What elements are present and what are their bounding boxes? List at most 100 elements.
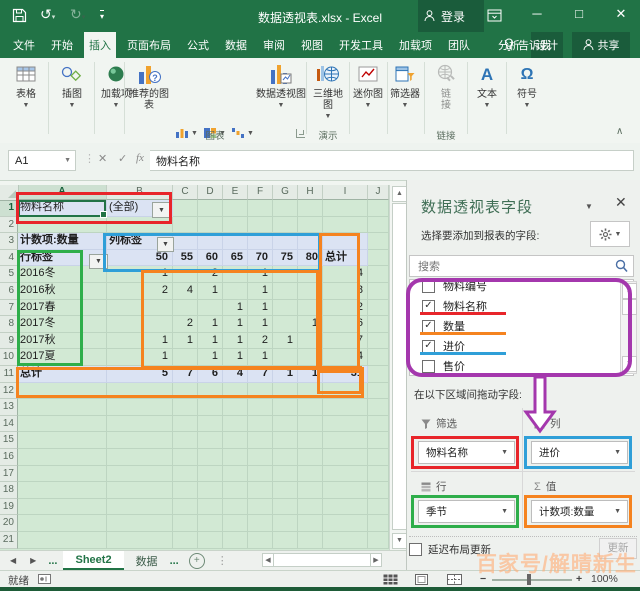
cell-A19[interactable] <box>18 498 107 516</box>
dropdown-caret-icon[interactable]: ▼ <box>501 508 508 515</box>
scroll-down-icon[interactable]: ▼ <box>392 533 407 549</box>
row-header-14[interactable]: 14 <box>0 415 18 433</box>
cell-C6[interactable]: 4 <box>173 283 198 300</box>
cell-F19[interactable] <box>248 498 273 516</box>
cell-I10[interactable]: 4 <box>323 349 368 366</box>
cell-E2[interactable] <box>223 216 248 234</box>
cell-F9[interactable]: 2 <box>248 332 273 350</box>
cell-E12[interactable] <box>223 382 248 400</box>
cell-H17[interactable] <box>298 465 323 483</box>
search-box[interactable] <box>409 255 634 277</box>
cell-F13[interactable] <box>248 399 273 416</box>
tools-button[interactable]: ▼ <box>590 221 630 247</box>
cell-A3[interactable]: 计数项:数量 <box>18 233 107 250</box>
row-header-12[interactable]: 12 <box>0 382 18 400</box>
cell-C7[interactable] <box>173 299 198 317</box>
cell-I14[interactable] <box>323 415 368 433</box>
cell-A13[interactable] <box>18 399 107 416</box>
ribbon-tab-4[interactable]: 页面布局 <box>122 32 176 58</box>
cell-I13[interactable] <box>323 399 368 416</box>
cell-H9[interactable] <box>298 332 323 350</box>
cell-F12[interactable] <box>248 382 273 400</box>
row-header-6[interactable]: 6 <box>0 283 18 300</box>
field-list-scrollbar[interactable]: ▲ ▼ <box>620 281 637 374</box>
field-item-1[interactable]: 物料编号 <box>410 280 633 296</box>
cell-A12[interactable] <box>18 382 107 400</box>
cell-J4[interactable] <box>368 249 389 267</box>
row-header-13[interactable]: 13 <box>0 399 18 416</box>
ribbon-tab-3[interactable]: 插入 <box>84 32 116 58</box>
tell-me-box[interactable]: 告诉我 <box>504 32 551 58</box>
cell-B16[interactable] <box>107 449 173 466</box>
cell-I16[interactable] <box>323 449 368 466</box>
3d-map-button[interactable]: 三维地图 ▼ <box>309 61 347 135</box>
cell-I4[interactable]: 总计 <box>323 249 368 267</box>
cell-G11[interactable]: 1 <box>273 366 298 383</box>
column-labels-dropdown-icon[interactable]: ▼ <box>157 237 174 252</box>
slicers-button[interactable]: 筛选器 ▼ <box>388 61 422 135</box>
cell-C13[interactable] <box>173 399 198 416</box>
row-header-15[interactable]: 15 <box>0 432 18 449</box>
cell-C8[interactable]: 2 <box>173 316 198 333</box>
ribbon-tab-6[interactable]: 数据 <box>220 32 252 58</box>
cell-I3[interactable] <box>323 233 368 250</box>
row-header-20[interactable]: 20 <box>0 515 18 532</box>
field-checkbox[interactable]: ✓ <box>422 299 435 313</box>
cell-E4[interactable]: 65 <box>223 249 248 267</box>
row-header-5[interactable]: 5 <box>0 266 18 283</box>
cell-G20[interactable] <box>273 515 298 532</box>
sign-in-button[interactable]: 登录 <box>441 8 465 25</box>
cell-G7[interactable] <box>273 299 298 317</box>
ribbon-tab-7[interactable]: 审阅 <box>258 32 290 58</box>
cell-G2[interactable] <box>273 216 298 234</box>
row-header-9[interactable]: 9 <box>0 332 18 350</box>
cell-E18[interactable] <box>223 482 248 499</box>
cell-B5[interactable]: 1 <box>107 266 173 283</box>
cell-J10[interactable] <box>368 349 389 366</box>
cell-C11[interactable]: 7 <box>173 366 198 383</box>
cell-B17[interactable] <box>107 465 173 483</box>
cell-A9[interactable]: 2017秋 <box>18 332 107 350</box>
formula-input[interactable]: 物料名称 <box>150 150 634 171</box>
page-break-view-icon[interactable] <box>447 574 462 585</box>
cell-I19[interactable] <box>323 498 368 516</box>
cell-I9[interactable]: 7 <box>323 332 368 350</box>
cell-G21[interactable] <box>273 532 298 549</box>
cell-G17[interactable] <box>273 465 298 483</box>
cell-B9[interactable]: 1 <box>107 332 173 350</box>
cell-A18[interactable] <box>18 482 107 499</box>
cell-G15[interactable] <box>273 432 298 449</box>
cell-D8[interactable]: 1 <box>198 316 223 333</box>
row-header-2[interactable]: 2 <box>0 216 18 234</box>
cell-E14[interactable] <box>223 415 248 433</box>
cell-J9[interactable] <box>368 332 389 350</box>
cell-F6[interactable]: 1 <box>248 283 273 300</box>
column-header-F[interactable]: F <box>248 185 273 200</box>
cell-C4[interactable]: 55 <box>173 249 198 267</box>
cell-F20[interactable] <box>248 515 273 532</box>
sheet-next-icon[interactable]: ▶ <box>30 556 36 565</box>
cell-H7[interactable] <box>298 299 323 317</box>
row-header-4[interactable]: 4 <box>0 249 18 267</box>
field-checkbox[interactable] <box>422 280 435 293</box>
cell-F11[interactable]: 7 <box>248 366 273 383</box>
cell-G16[interactable] <box>273 449 298 466</box>
cell-G12[interactable] <box>273 382 298 400</box>
column-header-B[interactable]: B <box>107 185 173 200</box>
sheet-prev-icon[interactable]: ◀ <box>10 556 16 565</box>
horizontal-scroll-thumb[interactable] <box>274 553 370 567</box>
cell-F2[interactable] <box>248 216 273 234</box>
select-all-corner[interactable] <box>0 185 19 201</box>
cell-B2[interactable] <box>107 216 173 234</box>
cell-J8[interactable] <box>368 316 389 333</box>
cell-A2[interactable] <box>18 216 107 234</box>
column-header-A[interactable]: A <box>18 185 107 200</box>
cell-I20[interactable] <box>323 515 368 532</box>
cell-C15[interactable] <box>173 432 198 449</box>
cancel-icon[interactable]: ✕ <box>98 152 107 165</box>
field-checkbox[interactable]: ✓ <box>422 319 435 333</box>
cell-A14[interactable] <box>18 415 107 433</box>
scroll-right-icon[interactable]: ▶ <box>370 553 382 567</box>
collapse-ribbon-icon[interactable]: ∧ <box>616 126 623 137</box>
name-box[interactable]: A1 ▼ <box>8 150 76 171</box>
